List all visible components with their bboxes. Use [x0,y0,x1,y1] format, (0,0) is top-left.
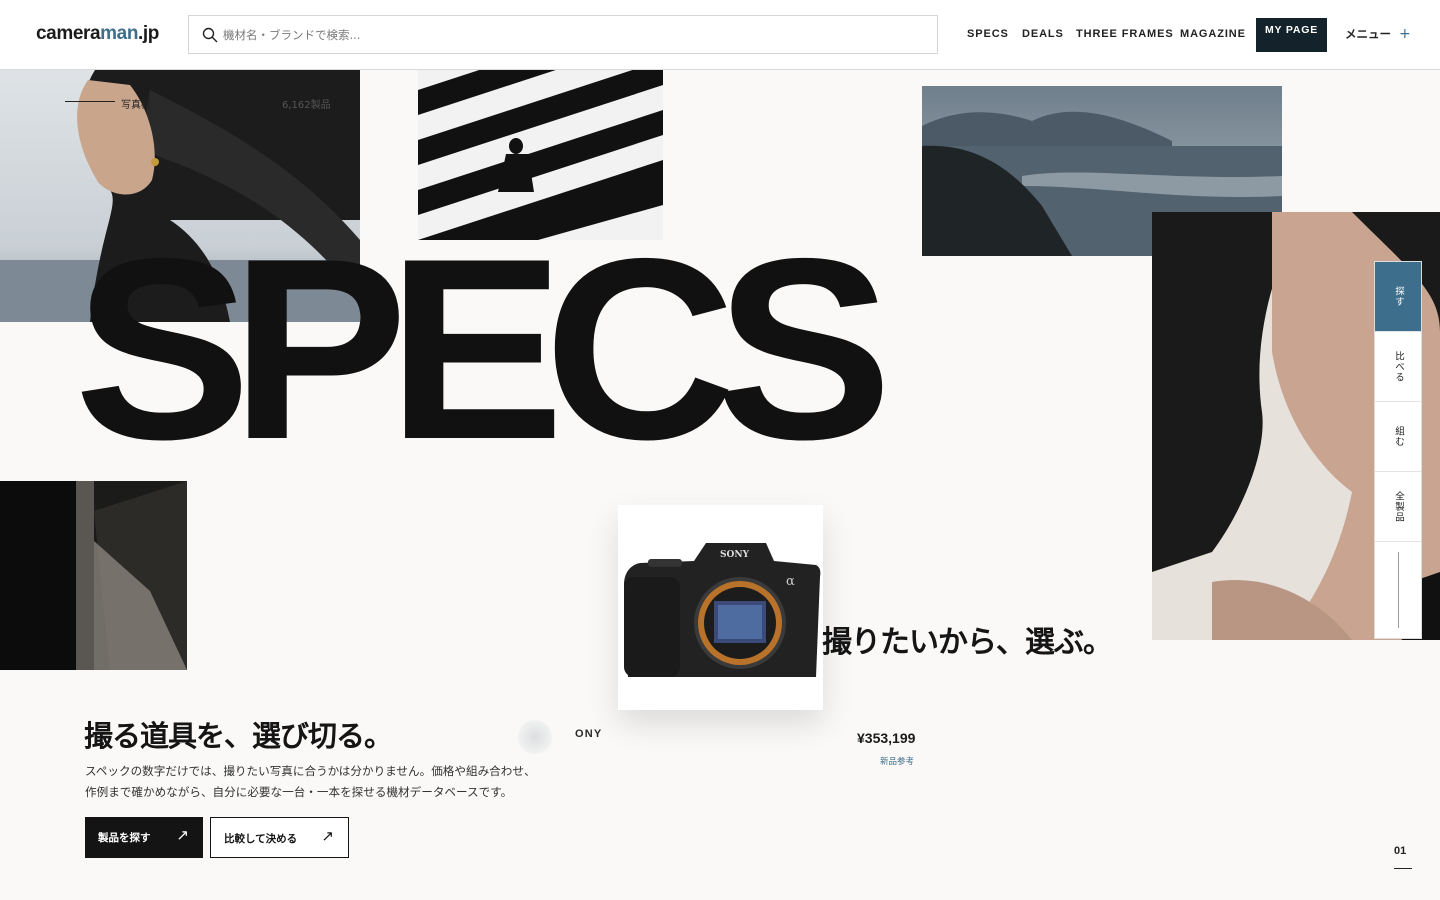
my-page-button[interactable]: MY PAGE [1256,18,1327,52]
side-rail: 探す 比べる 組む 全製品 [1374,261,1422,639]
site-logo[interactable]: cameraman.jp [36,23,159,45]
menu-label: メニュー [1345,27,1391,41]
lead-body-line-2: 作例まで確かめながら、自分に必要な一台・一本を探せる機材データベースです。 [85,785,513,799]
rail-label-all-products: 全製品 [1393,490,1404,523]
hero-headline: SPECS [74,204,892,493]
rail-label-compare: 比べる [1393,350,1404,383]
lead-body-line-1: スペックの数字だけでは、撮りたい写真に合うかは分かりません。価格や組み合わせ、 [85,764,536,778]
logo-tld: .jp [138,23,159,44]
category-divider [65,101,115,102]
lead-title: 撮る道具を、選び切る。 [84,719,393,753]
nav-three-frames[interactable]: THREE FRAMES [1076,28,1174,40]
product-count: 6,162製品 [282,100,331,111]
photo-concrete-light [0,481,187,670]
nav-specs[interactable]: SPECS [967,28,1009,40]
logo-main: camera [36,23,101,44]
search-icon [202,27,218,43]
rail-scroll-track[interactable] [1398,552,1399,628]
rail-item-search[interactable]: 探す [1375,262,1421,332]
rail-item-all-products[interactable]: 全製品 [1375,472,1421,542]
slide-number: 01 [1394,845,1407,857]
find-products-button[interactable]: 製品を探す ↗ [85,817,203,858]
svg-text:SONY: SONY [720,550,750,560]
rail-label-build: 組む [1393,426,1404,447]
site-header: cameraman.jp SPECS DEALS THREE FRAMES MA… [0,0,1440,70]
hero-tagline: 撮りたいから、選ぶ。 [822,625,1113,660]
featured-brand: ONY [575,728,603,740]
arrow-up-right-icon: ↗ [321,827,334,845]
camera-image: SONY α [618,505,823,710]
compare-label: 比較して決める [224,833,298,845]
featured-price: ¥353,199 [857,730,916,746]
featured-product-card[interactable]: SONY α [618,505,823,710]
rail-item-build[interactable]: 組む [1375,402,1421,472]
svg-text:α: α [786,574,795,589]
plus-icon: + [1399,26,1411,42]
nav-deals[interactable]: DEALS [1022,28,1064,40]
price-note: 新品参考 [880,757,915,767]
search-box[interactable] [188,15,938,54]
compare-button[interactable]: 比較して決める ↗ [210,817,349,858]
arrow-up-right-icon: ↗ [176,826,189,844]
rail-label-search: 探す [1393,286,1404,307]
nav-magazine[interactable]: MAGAZINE [1180,28,1246,40]
decorative-blur [518,720,552,754]
rail-item-compare[interactable]: 比べる [1375,332,1421,402]
menu-button[interactable]: メニュー + [1345,26,1411,42]
search-input[interactable] [223,16,923,53]
category-label: 写真機 [121,100,151,111]
find-products-label: 製品を探す [98,832,151,844]
slide-indicator [1394,868,1412,869]
logo-accent: man [100,23,139,44]
lead-body: スペックの数字だけでは、撮りたい写真に合うかは分かりません。価格や組み合わせ、 … [85,761,565,803]
